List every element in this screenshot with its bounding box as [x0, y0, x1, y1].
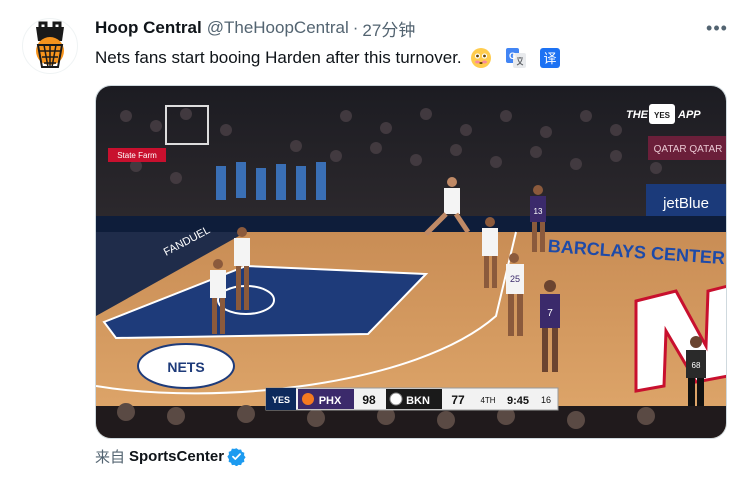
tweet-header: Hoop Central @TheHoopCentral · 27分钟 — [95, 16, 710, 41]
user-handle[interactable]: @TheHoopCentral — [207, 18, 349, 38]
nets-logo-icon — [389, 392, 403, 406]
video-player[interactable]: State Farm jetBlue QATAR QATAR FANDUEL B… — [95, 85, 727, 439]
watermark-yes: YES — [654, 111, 671, 120]
display-name[interactable]: Hoop Central — [95, 18, 202, 38]
jetblue-text: jetBlue — [662, 195, 709, 212]
court-apron — [96, 216, 726, 232]
source-account-link[interactable]: SportsCenter — [129, 448, 224, 465]
svg-text:译: 译 — [543, 52, 556, 67]
tweet-body: Nets fans start booing Harden after this… — [95, 48, 462, 67]
svg-text:13: 13 — [534, 207, 543, 216]
scorebug-home-score: 77 — [451, 393, 465, 407]
avatar[interactable] — [22, 18, 78, 74]
scorebug: YES PHX 98 BKN 77 4TH 9:45 16 — [265, 387, 559, 411]
scorebug-away-score: 98 — [362, 393, 376, 407]
game-video-frame: State Farm jetBlue QATAR QATAR FANDUEL B… — [96, 86, 726, 438]
scorebug-clock: 9:45 — [507, 395, 529, 407]
video-source: 来自 SportsCenter — [95, 446, 246, 466]
scorebug-home-team: BKN — [406, 395, 430, 407]
watermark-the: THE — [626, 109, 649, 121]
watermark-app: APP — [677, 109, 701, 121]
svg-text:G: G — [509, 51, 516, 61]
svg-text:25: 25 — [510, 274, 520, 284]
verified-badge-icon — [227, 447, 246, 466]
google-translate-icon[interactable]: G — [505, 48, 526, 68]
translate-icon[interactable]: 译 — [539, 48, 560, 68]
svg-text:68: 68 — [692, 361, 701, 370]
svg-text:7: 7 — [547, 308, 553, 319]
timestamp[interactable]: 27分钟 — [362, 16, 415, 41]
more-icon: ••• — [706, 17, 728, 38]
scorebug-away-team: PHX — [319, 395, 342, 407]
nets-logo-text: NETS — [167, 359, 204, 375]
separator: · — [352, 18, 359, 37]
scorebug-shot-clock: 16 — [541, 395, 551, 405]
source-prefix: 来自 — [95, 448, 126, 466]
hoop-central-logo — [36, 21, 64, 68]
suns-logo-icon — [302, 393, 314, 405]
courtside-crowd — [96, 406, 726, 438]
qatar-text: QATAR QATAR — [654, 144, 723, 155]
scorebug-quarter: 4TH — [480, 396, 495, 405]
statefarm-text: State Farm — [117, 151, 157, 160]
tweet-text: Nets fans start booing Harden after this… — [95, 44, 560, 72]
scorebug-network: YES — [272, 395, 290, 405]
more-options-button[interactable]: ••• — [706, 18, 728, 38]
flushed-face-emoji-icon — [470, 48, 491, 68]
